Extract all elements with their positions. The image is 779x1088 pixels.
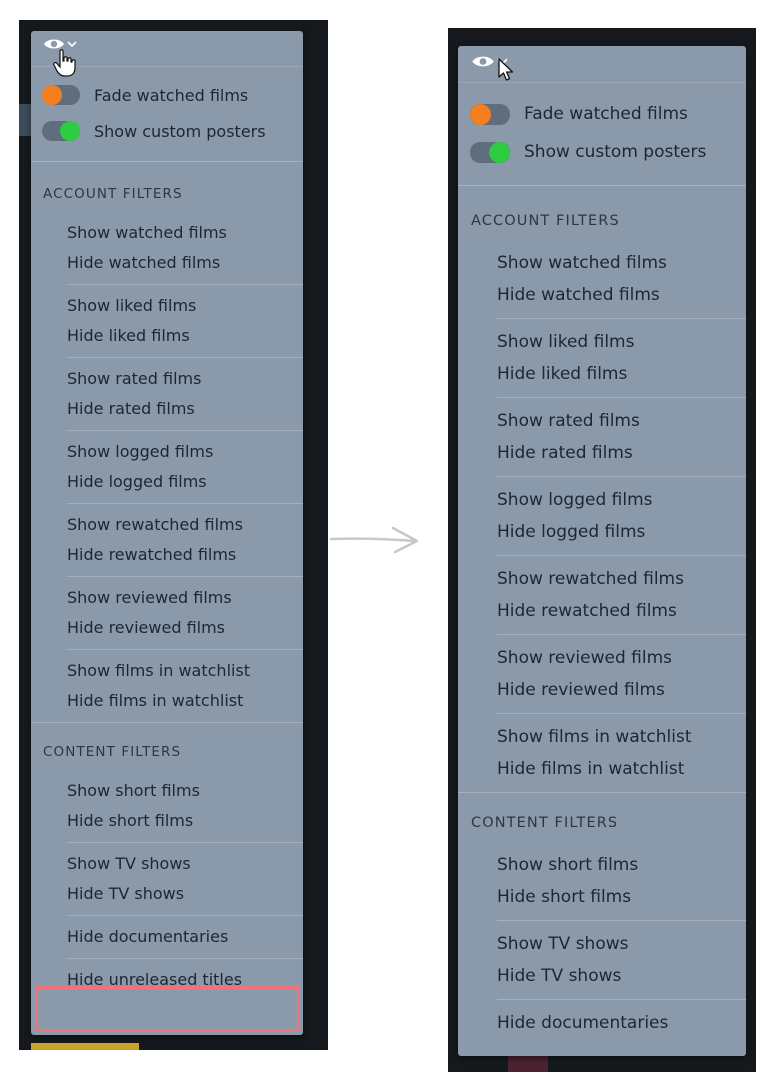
filter-group-watched: Show watched films Hide watched films xyxy=(497,240,746,318)
toggle-fade-watched[interactable]: Fade watched films xyxy=(31,77,303,113)
toggle-label: Fade watched films xyxy=(524,104,688,124)
toggle-custom-posters[interactable]: Show custom posters xyxy=(458,133,746,171)
filter-group-watchlist: Show films in watchlist Hide films in wa… xyxy=(497,713,746,792)
filter-group-documentaries: Hide documentaries xyxy=(67,915,303,958)
display-toggles: Fade watched films Show custom posters xyxy=(458,83,746,186)
menu-option[interactable]: Hide documentaries xyxy=(67,922,303,952)
filter-group-logged: Show logged films Hide logged films xyxy=(497,476,746,555)
menu-header xyxy=(31,31,303,77)
content-filters-heading: CONTENT FILTERS xyxy=(43,744,182,760)
menu-option[interactable]: Hide rewatched films xyxy=(67,540,303,570)
menu-option[interactable]: Show liked films xyxy=(67,291,303,321)
menu-header xyxy=(458,46,746,83)
chevron-down-icon xyxy=(67,40,77,48)
menu-option[interactable]: Hide short films xyxy=(67,806,303,836)
account-filters-heading: ACCOUNT FILTERS xyxy=(471,213,620,229)
menu-option[interactable]: Hide films in watchlist xyxy=(497,753,746,785)
filter-group-reviewed: Show reviewed films Hide reviewed films xyxy=(497,634,746,713)
toggle-fade-watched[interactable]: Fade watched films xyxy=(458,95,746,133)
menu-option[interactable]: Hide liked films xyxy=(67,321,303,351)
toggle-switch[interactable] xyxy=(470,141,510,163)
menu-option[interactable]: Show rated films xyxy=(67,364,303,394)
menu-option[interactable]: Show rewatched films xyxy=(497,563,746,595)
toggle-knob xyxy=(60,121,80,141)
filter-group-rated: Show rated films Hide rated films xyxy=(497,397,746,476)
menu-option[interactable]: Show liked films xyxy=(497,326,746,358)
menu-option[interactable]: Show reviewed films xyxy=(497,642,746,674)
menu-option[interactable]: Hide TV shows xyxy=(497,960,746,992)
filter-group-liked: Show liked films Hide liked films xyxy=(497,318,746,397)
menu-option[interactable]: Show watched films xyxy=(497,247,746,279)
display-toggles: Fade watched films Show custom posters xyxy=(31,67,303,162)
comparison-stage: Fade watched films Show custom posters A… xyxy=(0,0,779,1088)
menu-option[interactable]: Hide watched films xyxy=(497,279,746,311)
filter-group-logged: Show logged films Hide logged films xyxy=(67,430,303,503)
menu-option[interactable]: Hide watched films xyxy=(67,248,303,278)
filter-group-rewatched: Show rewatched films Hide rewatched film… xyxy=(497,555,746,634)
toggle-knob xyxy=(470,103,491,125)
menu-option[interactable]: Hide TV shows xyxy=(67,879,303,909)
menu-option[interactable]: Hide films in watchlist xyxy=(67,686,303,716)
filter-group-tv: Show TV shows Hide TV shows xyxy=(67,842,303,915)
toggle-custom-posters[interactable]: Show custom posters xyxy=(31,113,303,149)
menu-option[interactable]: Hide documentaries xyxy=(497,1007,746,1039)
toggle-switch[interactable] xyxy=(42,121,80,141)
filter-group-rated: Show rated films Hide rated films xyxy=(67,357,303,430)
menu-option[interactable]: Hide reviewed films xyxy=(67,613,303,643)
menu-option[interactable]: Show TV shows xyxy=(497,928,746,960)
filter-group-liked: Show liked films Hide liked films xyxy=(67,284,303,357)
menu-option[interactable]: Show logged films xyxy=(67,437,303,467)
hand-pointer-icon xyxy=(53,49,77,77)
content-filters-heading: CONTENT FILTERS xyxy=(471,815,619,831)
background-strip xyxy=(19,104,31,136)
toggle-knob xyxy=(489,141,510,163)
menu-option[interactable]: Hide reviewed films xyxy=(497,674,746,706)
filter-group-tv: Show TV shows Hide TV shows xyxy=(497,920,746,999)
toggle-label: Show custom posters xyxy=(94,121,266,141)
filter-group-short: Show short films Hide short films xyxy=(497,842,746,920)
filter-menu-after: Fade watched films Show custom posters A… xyxy=(458,46,746,1056)
right-arrow-icon xyxy=(329,525,421,559)
menu-option[interactable]: Show short films xyxy=(497,849,746,881)
menu-option[interactable]: Hide rewatched films xyxy=(497,595,746,627)
filter-group-watchlist: Show films in watchlist Hide films in wa… xyxy=(67,649,303,722)
eye-icon xyxy=(471,54,495,69)
menu-option[interactable]: Show films in watchlist xyxy=(497,721,746,753)
arrow-pointer-icon xyxy=(498,58,514,82)
menu-option[interactable]: Hide liked films xyxy=(497,358,746,390)
menu-option[interactable]: Hide short films xyxy=(497,881,746,913)
menu-option[interactable]: Show rated films xyxy=(497,405,746,437)
menu-option[interactable]: Hide logged films xyxy=(497,516,746,548)
toggle-label: Show custom posters xyxy=(524,142,707,162)
menu-option[interactable]: Show logged films xyxy=(497,484,746,516)
filter-group-rewatched: Show rewatched films Hide rewatched film… xyxy=(67,503,303,576)
toggle-switch[interactable] xyxy=(470,103,510,125)
menu-option[interactable]: Show watched films xyxy=(67,218,303,248)
filter-menu-before: Fade watched films Show custom posters A… xyxy=(31,31,303,1035)
toggle-knob xyxy=(42,85,62,105)
toggle-label: Fade watched films xyxy=(94,85,249,105)
menu-option[interactable]: Show short films xyxy=(67,776,303,806)
menu-option[interactable]: Hide rated films xyxy=(67,394,303,424)
menu-option[interactable]: Hide logged films xyxy=(67,467,303,497)
menu-option[interactable]: Show rewatched films xyxy=(67,510,303,540)
filter-group-reviewed: Show reviewed films Hide reviewed films xyxy=(67,576,303,649)
account-filters-heading: ACCOUNT FILTERS xyxy=(43,186,183,202)
filter-group-documentaries: Hide documentaries xyxy=(497,999,746,1046)
toggle-switch[interactable] xyxy=(42,85,80,105)
filter-group-short: Show short films Hide short films xyxy=(67,770,303,842)
background-gold-bar xyxy=(31,1043,139,1050)
menu-option[interactable]: Hide rated films xyxy=(497,437,746,469)
filter-group-watched: Show watched films Hide watched films xyxy=(67,212,303,284)
menu-option[interactable]: Show TV shows xyxy=(67,849,303,879)
menu-option[interactable]: Show films in watchlist xyxy=(67,656,303,686)
menu-option[interactable]: Show reviewed films xyxy=(67,583,303,613)
highlight-box xyxy=(35,986,300,1032)
